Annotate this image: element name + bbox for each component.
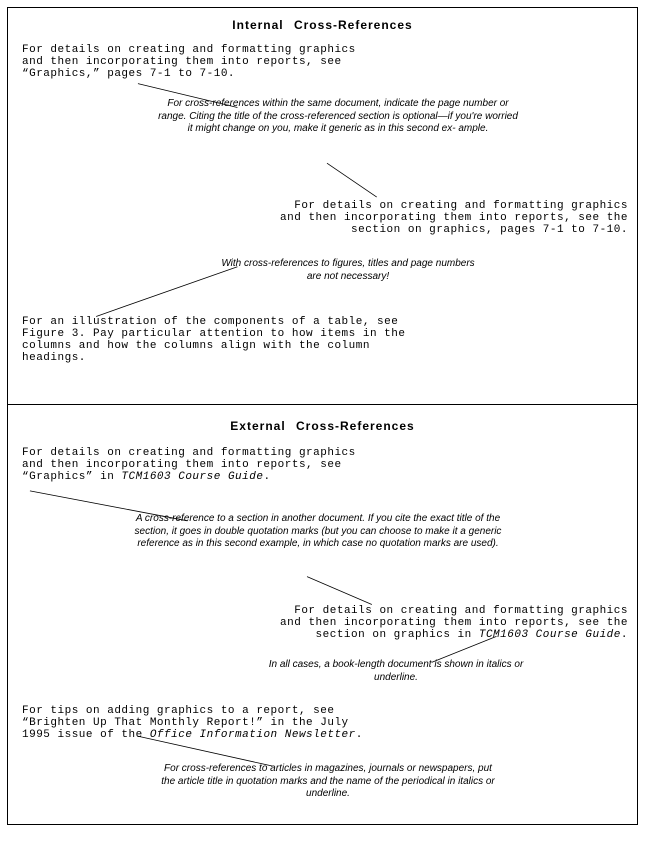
external-example-3-italic: Office Information Newsletter — [150, 729, 356, 741]
external-title: External Cross-References — [8, 419, 637, 433]
internal-annotation-2: With cross-references to figures, titles… — [218, 258, 478, 283]
external-annotation-3: For cross-references to articles in maga… — [158, 763, 498, 801]
internal-example-1: For details on creating and formatting g… — [22, 44, 422, 80]
page: Internal Cross-References For details on… — [0, 7, 645, 842]
external-example-2-italic: TCM1603 Course Guide — [479, 629, 621, 641]
external-example-3: For tips on adding graphics to a report,… — [22, 705, 442, 741]
external-example-1-post: . — [263, 471, 270, 483]
internal-example-3: For an illustration of the components of… — [22, 316, 462, 364]
internal-annotation-1: For cross-references within the same doc… — [158, 98, 518, 136]
external-example-2-post: . — [621, 629, 628, 641]
section-external: External Cross-References For details on… — [7, 405, 638, 825]
external-annotation-2: In all cases, a book-length document is … — [246, 659, 546, 684]
external-example-1-italic: TCM1603 Course Guide — [121, 471, 263, 483]
section-internal: Internal Cross-References For details on… — [7, 7, 638, 405]
external-example-3-post: . — [356, 729, 363, 741]
external-example-1: For details on creating and formatting g… — [22, 447, 452, 483]
internal-title: Internal Cross-References — [8, 18, 637, 32]
external-annotation-1: A cross-reference to a section in anothe… — [128, 513, 508, 551]
external-example-2: For details on creating and formatting g… — [248, 605, 628, 641]
internal-example-2: For details on creating and formatting g… — [248, 200, 628, 236]
